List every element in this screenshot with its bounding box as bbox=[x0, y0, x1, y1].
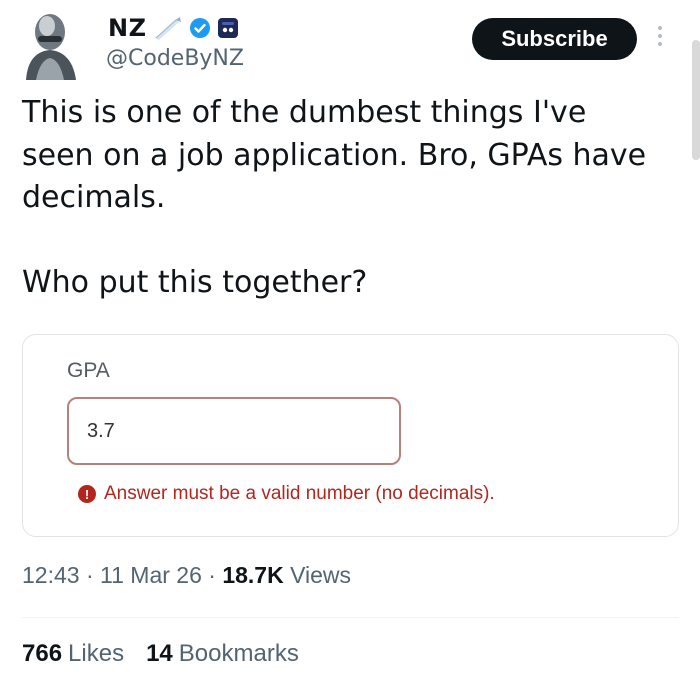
attached-image[interactable]: GPA 3.7 ! Answer must be a valid number … bbox=[22, 334, 679, 537]
scrollbar-thumb[interactable] bbox=[692, 40, 700, 160]
meta-separator: · bbox=[201, 562, 223, 588]
post-text: This is one of the dumbest things I've s… bbox=[22, 95, 647, 300]
meta-separator: · bbox=[79, 562, 101, 588]
display-name[interactable]: NZ bbox=[108, 14, 147, 42]
error-message: Answer must be a valid number (no decima… bbox=[104, 483, 495, 504]
affiliate-badge-icon[interactable] bbox=[217, 17, 239, 39]
bookmarks-count: 14 bbox=[146, 640, 173, 667]
pen-emoji-icon bbox=[153, 16, 183, 40]
author-handle[interactable]: @CodeByNZ bbox=[106, 46, 244, 71]
views-label: Views bbox=[290, 562, 352, 588]
post-meta: 12:43 · 11 Mar 26 · 18.7K Views bbox=[22, 562, 351, 589]
bookmarks-stat[interactable]: 14 Bookmarks bbox=[146, 640, 299, 668]
views-count: 18.7K bbox=[222, 562, 284, 588]
post-date[interactable]: 11 Mar 26 bbox=[100, 562, 202, 588]
likes-count: 766 bbox=[22, 640, 63, 667]
gpa-input-value: 3.7 bbox=[87, 419, 115, 442]
verified-badge-icon[interactable] bbox=[189, 17, 211, 39]
error-icon: ! bbox=[78, 485, 96, 503]
divider bbox=[22, 617, 679, 618]
bookmarks-label: Bookmarks bbox=[178, 640, 299, 667]
likes-label: Likes bbox=[68, 640, 125, 667]
more-options-icon[interactable] bbox=[653, 22, 667, 52]
likes-stat[interactable]: 766 Likes bbox=[22, 640, 124, 668]
subscribe-button[interactable]: Subscribe bbox=[472, 18, 637, 60]
gpa-input: 3.7 bbox=[67, 397, 401, 465]
author-name-row: NZ bbox=[108, 12, 239, 44]
post-header: NZ @CodeByNZ Subscribe bbox=[0, 0, 700, 90]
avatar[interactable] bbox=[18, 8, 82, 80]
validation-error: ! Answer must be a valid number (no deci… bbox=[78, 483, 495, 505]
engagement-stats: 766 Likes 14 Bookmarks bbox=[22, 640, 321, 668]
post-time[interactable]: 12:43 bbox=[22, 562, 80, 588]
robot-avatar-icon bbox=[26, 14, 76, 80]
gpa-field-label: GPA bbox=[67, 359, 110, 382]
